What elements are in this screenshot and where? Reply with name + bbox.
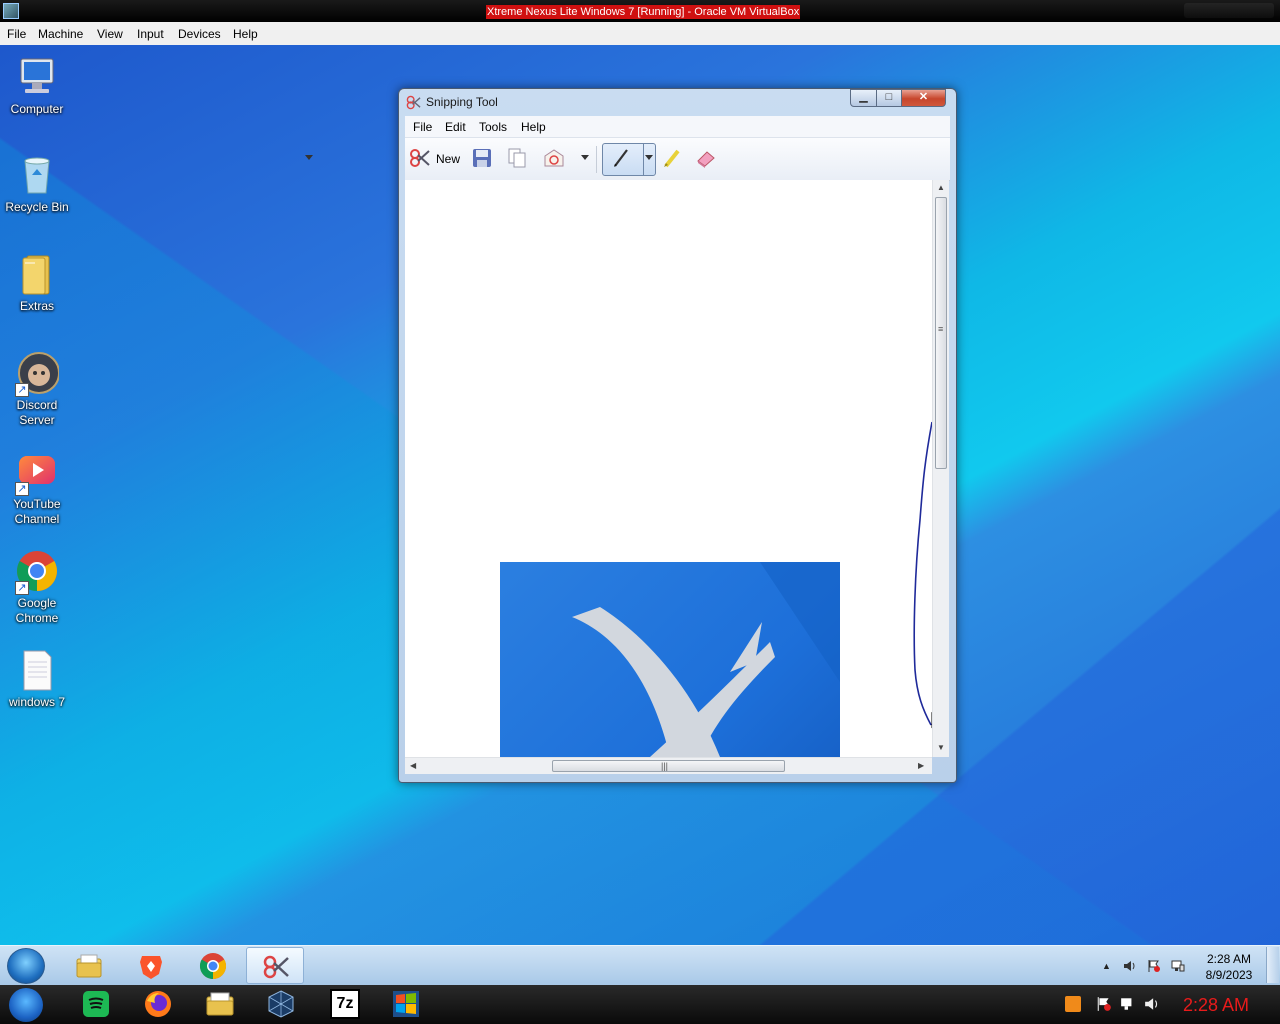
send-snip-dropdown[interactable] <box>581 155 589 160</box>
chrome-icon: ↗ <box>15 549 59 595</box>
desktop-icon-discord-server[interactable]: ↗ Discord Server <box>0 351 74 428</box>
host-network-icon[interactable] <box>1120 996 1136 1012</box>
copy-icon[interactable] <box>506 147 528 169</box>
scroll-left-icon[interactable]: ◀ <box>410 761 416 770</box>
pen-icon <box>614 149 628 167</box>
maximize-button[interactable]: □ <box>876 89 902 107</box>
shortcut-arrow-icon: ↗ <box>15 383 29 397</box>
new-button-label[interactable]: New <box>436 152 460 166</box>
host-window-controls[interactable] <box>1184 3 1274 18</box>
recycle-bin-icon <box>15 153 59 197</box>
host-taskbar: 7z 2:28 AM <box>0 985 1280 1024</box>
taskbar-clock[interactable]: 2:28 AM 8/9/2023 <box>1198 951 1260 983</box>
spotify-icon[interactable] <box>81 989 111 1019</box>
action-center-flag-icon[interactable] <box>1147 959 1161 973</box>
host-title-bar: Xtreme Nexus Lite Windows 7 [Running] - … <box>0 0 1280 22</box>
scroll-down-icon[interactable]: ▼ <box>937 743 945 752</box>
host-window-title: Xtreme Nexus Lite Windows 7 [Running] - … <box>486 5 801 19</box>
menu-file[interactable]: File <box>413 120 432 134</box>
discord-icon: ↗ <box>15 351 60 397</box>
host-menu-input[interactable]: Input <box>137 27 164 41</box>
save-icon[interactable] <box>471 147 493 169</box>
firefox-icon[interactable] <box>143 989 173 1019</box>
menu-help[interactable]: Help <box>521 120 546 134</box>
show-hidden-icons-icon[interactable]: ▲ <box>1102 961 1111 971</box>
host-clock[interactable]: 2:28 AM <box>1183 995 1249 1016</box>
explorer-icon <box>76 954 102 978</box>
volume-icon[interactable] <box>1123 959 1137 973</box>
taskbar-chrome[interactable] <box>184 947 242 984</box>
host-menu-devices[interactable]: Devices <box>178 27 221 41</box>
host-menu-view[interactable]: View <box>97 27 123 41</box>
network-icon[interactable] <box>1171 959 1185 973</box>
send-snip-icon[interactable] <box>543 147 565 169</box>
snipping-tool-icon <box>406 95 421 110</box>
host-menu-machine[interactable]: Machine <box>38 27 83 41</box>
highlighter-icon[interactable] <box>661 147 683 169</box>
snipping-tool-icon <box>263 955 289 979</box>
scroll-up-icon[interactable]: ▲ <box>937 183 945 192</box>
desktop-icon-extras[interactable]: Extras <box>0 252 74 314</box>
horizontal-scrollbar[interactable]: ◀ ||| ▶ <box>405 757 932 774</box>
virtualbox-icon[interactable] <box>266 989 296 1019</box>
snip-canvas[interactable] <box>405 180 932 757</box>
file-explorer-icon[interactable] <box>205 989 235 1019</box>
taskbar-explorer[interactable] <box>60 947 118 984</box>
window-title: Snipping Tool <box>426 95 498 109</box>
computer-icon <box>15 55 59 99</box>
pen-dropdown[interactable] <box>645 155 653 160</box>
snipping-tool-title-bar[interactable]: Snipping Tool ▁ □ ✕ <box>399 89 956 115</box>
taskbar-snipping-tool[interactable] <box>246 947 304 984</box>
brave-icon <box>140 956 162 979</box>
host-menu-help[interactable]: Help <box>233 27 258 41</box>
desktop-icon-google-chrome[interactable]: ↗ Google Chrome <box>0 549 74 626</box>
close-button[interactable]: ✕ <box>901 89 946 107</box>
host-start-button[interactable] <box>9 988 43 1022</box>
horizontal-scroll-thumb[interactable]: ||| <box>552 760 785 772</box>
host-tray-app-icon[interactable] <box>1065 996 1081 1012</box>
7zip-icon[interactable]: 7z <box>330 989 360 1019</box>
vertical-scrollbar[interactable]: ▲ ≡ ▼ <box>932 180 949 757</box>
minimize-button[interactable]: ▁ <box>850 89 877 107</box>
desktop-icon-recycle-bin[interactable]: Recycle Bin <box>0 153 74 215</box>
folder-icon <box>15 252 59 296</box>
scroll-right-icon[interactable]: ▶ <box>918 761 924 770</box>
snipping-tool-menu-bar: File Edit Tools Help <box>405 116 950 137</box>
chrome-icon <box>199 953 227 980</box>
shortcut-arrow-icon: ↗ <box>15 482 29 496</box>
win7-vm-icon[interactable] <box>391 989 421 1019</box>
host-volume-icon[interactable] <box>1144 996 1160 1012</box>
new-snip-icon[interactable] <box>409 147 431 169</box>
guest-taskbar: ▲ 2:28 AM 8/9/2023 <box>0 945 1280 985</box>
start-button[interactable] <box>7 948 45 984</box>
desktop-icon-windows-7-file[interactable]: windows 7 <box>0 648 74 710</box>
taskbar-brave[interactable] <box>122 947 180 984</box>
youtube-icon: ↗ <box>15 450 59 496</box>
eraser-icon[interactable] <box>695 147 717 169</box>
virtualbox-icon <box>3 3 19 19</box>
desktop-icon-youtube-channel[interactable]: ↗ YouTube Channel <box>0 450 74 527</box>
shortcut-arrow-icon: ↗ <box>15 581 29 595</box>
snipping-tool-toolbar: New <box>305 137 950 181</box>
pen-stroke <box>913 421 932 726</box>
menu-tools[interactable]: Tools <box>479 120 507 134</box>
taskbar-time: 2:28 AM <box>1206 952 1252 966</box>
menu-edit[interactable]: Edit <box>445 120 466 134</box>
taskbar-date: 8/9/2023 <box>1205 968 1253 982</box>
vertical-scroll-thumb[interactable]: ≡ <box>935 197 947 469</box>
host-menu-bar: File Machine View Input Devices Help <box>0 22 1280 46</box>
host-action-center-icon[interactable] <box>1096 996 1112 1012</box>
show-desktop-button[interactable] <box>1266 947 1279 983</box>
snipping-tool-window: Snipping Tool ▁ □ ✕ File Edit Tools Help… <box>305 88 957 783</box>
desktop-icon-computer[interactable]: Computer <box>0 55 74 117</box>
text-file-icon <box>15 648 59 692</box>
host-menu-file[interactable]: File <box>7 27 26 41</box>
